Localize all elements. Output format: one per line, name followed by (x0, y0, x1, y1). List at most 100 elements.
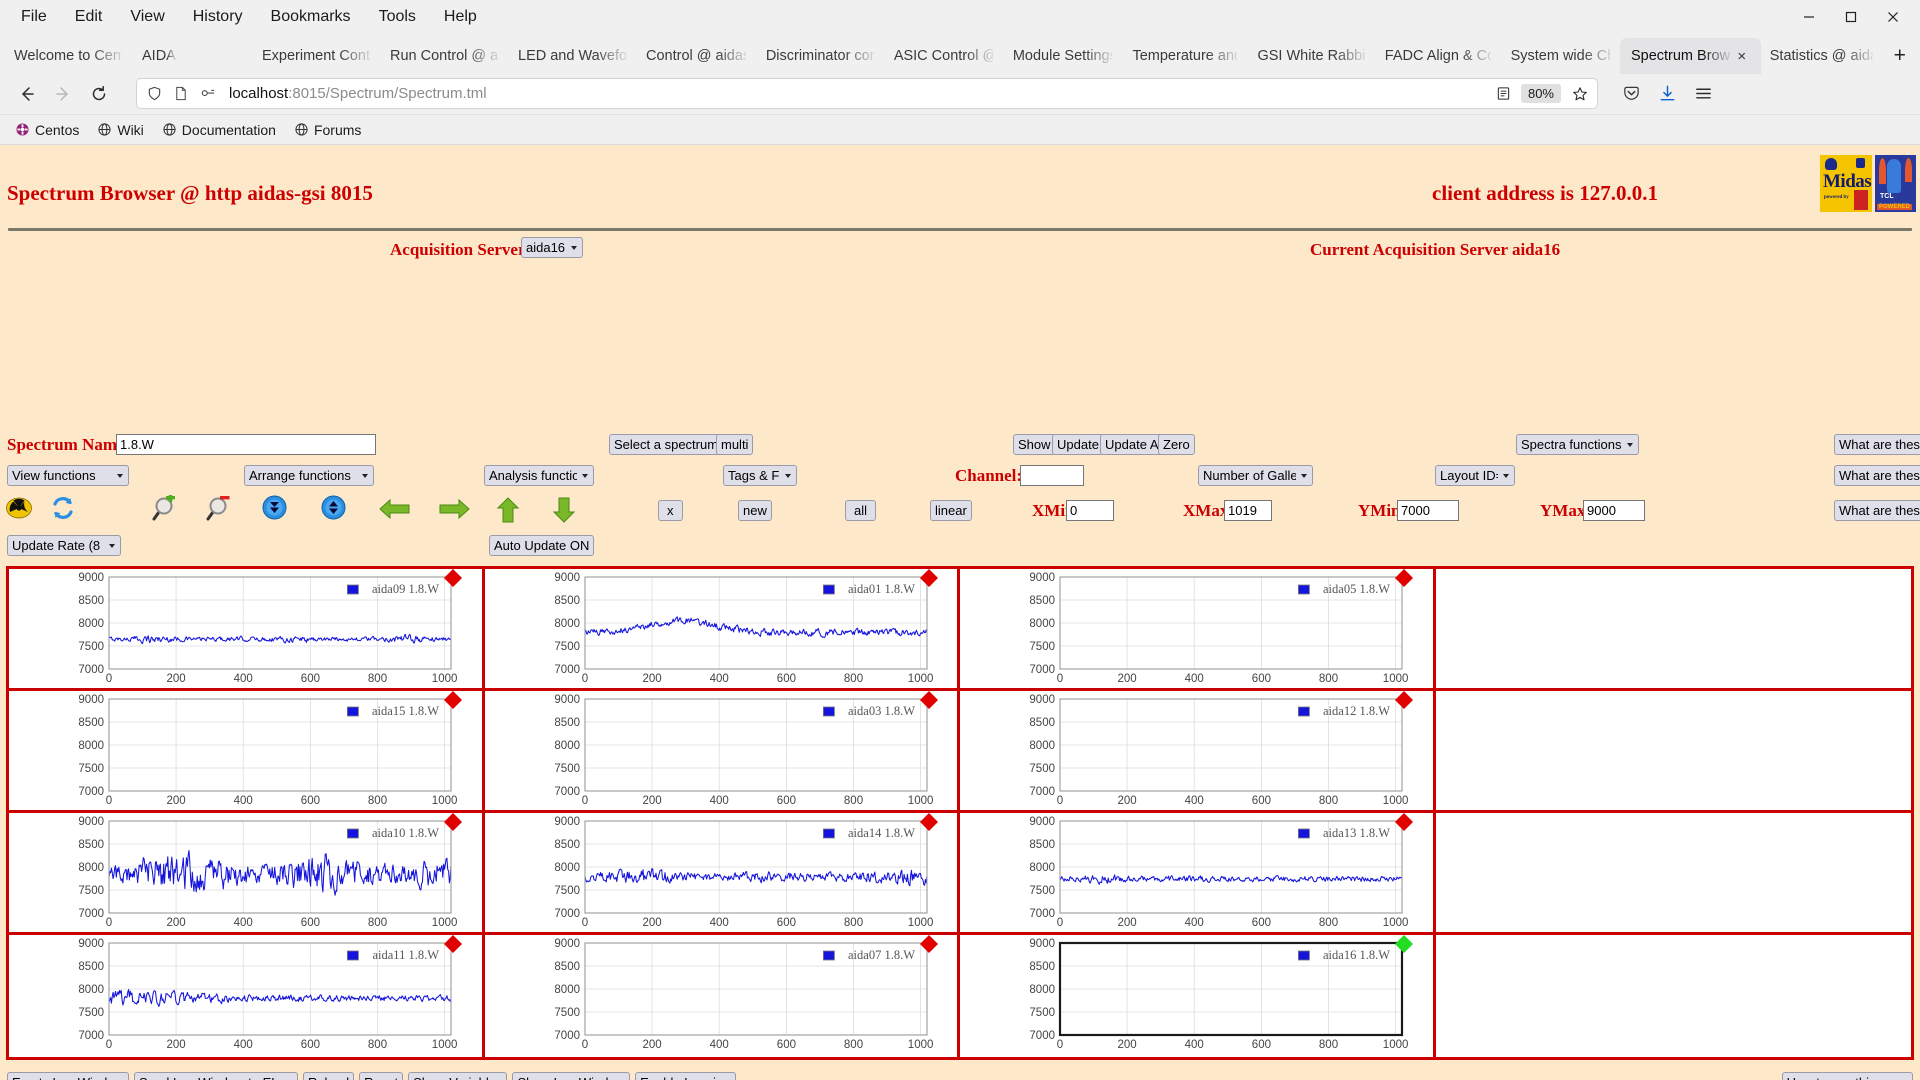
gallery-cell[interactable]: 7000750080008500900002004006008001000aid… (960, 935, 1436, 1057)
radiation-icon[interactable] (6, 495, 34, 523)
tab[interactable]: ASIC Control @ (884, 39, 1003, 73)
bookmark-star-icon[interactable] (1570, 86, 1590, 102)
expand-up-icon[interactable] (321, 495, 349, 523)
what-are-these-button-3[interactable]: What are these? (1834, 500, 1920, 521)
ymax-input[interactable] (1583, 500, 1645, 521)
url-bar[interactable]: localhost:8015/Spectrum/Spectrum.tml 80% (136, 78, 1598, 109)
tab[interactable]: FADC Align & Co (1375, 39, 1501, 73)
gallery-cell[interactable]: 7000750080008500900002004006008001000aid… (960, 813, 1436, 935)
footer-button-reload[interactable]: Reload (303, 1072, 354, 1080)
channel-input[interactable] (1020, 465, 1084, 486)
x-button[interactable]: x (658, 500, 683, 521)
gallery-cell[interactable]: 7000750080008500900002004006008001000aid… (960, 569, 1436, 691)
forward-icon[interactable] (46, 78, 80, 110)
tracking-protection-icon[interactable] (198, 87, 218, 101)
footer-button-show-variables[interactable]: Show Variables (408, 1072, 507, 1080)
arrow-right-icon[interactable] (437, 498, 471, 526)
tab[interactable]: Experiment Control (252, 39, 380, 73)
downloads-icon[interactable] (1650, 78, 1684, 110)
what-are-these-button-2[interactable]: What are these? (1834, 465, 1920, 486)
menu-tools[interactable]: Tools (366, 5, 429, 29)
spectrum-plot-aida09[interactable]: 7000750080008500900002004006008001000aid… (9, 569, 482, 688)
new-tab-button[interactable]: + (1883, 39, 1916, 73)
bookmark-wiki[interactable]: Wiki (90, 120, 150, 140)
view-functions-dropdown[interactable]: View functions (7, 465, 129, 486)
maximize-icon[interactable] (1830, 2, 1872, 32)
menu-help[interactable]: Help (431, 5, 490, 29)
arrow-left-icon[interactable] (378, 498, 412, 526)
expand-down-icon[interactable] (262, 495, 290, 523)
update-button[interactable]: Update (1052, 434, 1104, 455)
new-button[interactable]: new (738, 500, 772, 521)
tab[interactable]: LED and Waveform (508, 39, 636, 73)
ymin-input[interactable] (1397, 500, 1459, 521)
spectrum-plot-aida05[interactable]: 7000750080008500900002004006008001000aid… (960, 569, 1433, 688)
arrange-functions-dropdown[interactable]: Arrange functions (244, 465, 374, 486)
menu-edit[interactable]: Edit (62, 5, 116, 29)
layout-id-dropdown[interactable]: Layout ID=7 (1435, 465, 1515, 486)
gallery-cell[interactable]: 7000750080008500900002004006008001000aid… (9, 569, 485, 691)
footer-button-send-log-window-to-elog[interactable]: Send Log Window to ELog (134, 1072, 298, 1080)
zoom-in-icon[interactable] (151, 495, 179, 523)
all-button[interactable]: all (845, 500, 876, 521)
zero-button[interactable]: Zero (1158, 434, 1195, 455)
auto-update-button[interactable]: Auto Update ON (489, 535, 594, 556)
menu-file[interactable]: File (8, 5, 60, 29)
minimize-icon[interactable] (1788, 2, 1830, 32)
arrow-up-icon[interactable] (496, 496, 520, 524)
acquisition-server-select[interactable]: aida16 (521, 237, 583, 258)
show-button[interactable]: Show (1013, 434, 1056, 455)
back-icon[interactable] (10, 78, 44, 110)
bookmark-documentation[interactable]: Documentation (155, 120, 283, 140)
gallery-cell[interactable]: 7000750080008500900002004006008001000aid… (9, 935, 485, 1057)
spectrum-plot-aida13[interactable]: 7000750080008500900002004006008001000aid… (960, 813, 1433, 932)
footer-button-reset[interactable]: Reset (359, 1072, 403, 1080)
zoom-level-badge[interactable]: 80% (1521, 84, 1561, 103)
tab-close-icon[interactable]: × (1734, 49, 1750, 64)
spectrum-plot-aida14[interactable]: 7000750080008500900002004006008001000aid… (485, 813, 958, 932)
tab[interactable] (192, 39, 252, 73)
gallery-cell[interactable]: 7000750080008500900002004006008001000aid… (960, 691, 1436, 813)
zoom-out-icon[interactable] (205, 495, 233, 523)
number-of-galleries-dropdown[interactable]: Number of Galleries (1198, 465, 1313, 486)
tab[interactable]: Statistics @ aida (1760, 39, 1884, 73)
spectrum-plot-aida12[interactable]: 7000750080008500900002004006008001000aid… (960, 691, 1433, 810)
tab[interactable]: System wide Ch (1501, 39, 1621, 73)
tab[interactable]: Control @ aidas (636, 39, 756, 73)
spectrum-plot-aida15[interactable]: 7000750080008500900002004006008001000aid… (9, 691, 482, 810)
close-icon[interactable] (1872, 2, 1914, 32)
xmax-input[interactable] (1224, 500, 1272, 521)
tab-active[interactable]: Spectrum Browser× (1621, 39, 1760, 73)
spectrum-plot-aida16[interactable]: 7000750080008500900002004006008001000aid… (960, 935, 1433, 1057)
menu-history[interactable]: History (180, 5, 256, 29)
refresh-icon[interactable] (50, 495, 78, 523)
gallery-cell[interactable]: 7000750080008500900002004006008001000aid… (9, 691, 485, 813)
update-rate-dropdown[interactable]: Update Rate (8 secs) (7, 535, 121, 556)
spectra-functions-dropdown[interactable]: Spectra functions (1516, 434, 1639, 455)
arrow-down-icon[interactable] (552, 496, 576, 524)
pocket-icon[interactable] (1614, 78, 1648, 110)
bookmark-forums[interactable]: Forums (287, 120, 368, 140)
hamburger-menu-icon[interactable] (1686, 78, 1720, 110)
bookmark-centos[interactable]: Centos (8, 120, 86, 140)
reader-mode-icon[interactable] (1494, 86, 1514, 101)
tags-fits-dropdown[interactable]: Tags & Fits (723, 465, 797, 486)
tab[interactable]: Discriminator control (756, 39, 884, 73)
reload-icon[interactable] (82, 78, 116, 110)
how-to-use-button[interactable]: How to use this page (1782, 1072, 1913, 1080)
linear-button[interactable]: linear (930, 500, 972, 521)
spectrum-name-input[interactable] (116, 434, 376, 455)
footer-button-enable-logging[interactable]: Enable Logging (635, 1072, 735, 1080)
menu-bookmarks[interactable]: Bookmarks (258, 5, 364, 29)
tab[interactable]: Run Control @ aidas (380, 39, 508, 73)
spectrum-plot-aida07[interactable]: 7000750080008500900002004006008001000aid… (485, 935, 958, 1057)
spectrum-plot-aida11[interactable]: 7000750080008500900002004006008001000aid… (9, 935, 482, 1057)
gallery-cell[interactable]: 7000750080008500900002004006008001000aid… (485, 569, 961, 691)
footer-button-show-log-window[interactable]: Show Log Window (512, 1072, 630, 1080)
gallery-cell[interactable]: 7000750080008500900002004006008001000aid… (485, 813, 961, 935)
multi-button[interactable]: multi (716, 434, 753, 455)
xmin-input[interactable] (1066, 500, 1114, 521)
tab[interactable]: Module Settings (1003, 39, 1123, 73)
gallery-cell[interactable]: 7000750080008500900002004006008001000aid… (485, 691, 961, 813)
menu-view[interactable]: View (117, 5, 177, 29)
